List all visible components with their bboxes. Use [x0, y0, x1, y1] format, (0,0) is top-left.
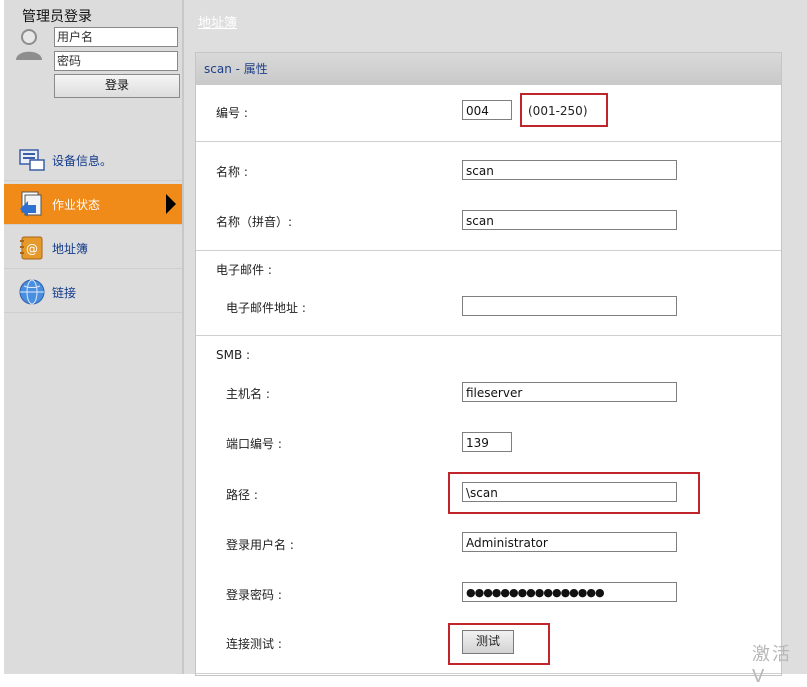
path-highlight	[448, 472, 700, 514]
properties-panel: scan - 属性 编号 : 004 (001-250) 名称 : scan 名…	[195, 52, 782, 676]
activation-watermark: 激活 V	[752, 644, 792, 687]
login-password-input[interactable]: ●●●●●●●●●●●●●●●●	[462, 582, 677, 602]
name-input[interactable]: scan	[462, 160, 677, 180]
nav-item-device-info[interactable]: 设备信息。	[4, 140, 182, 181]
login-password-label: 登录密码 :	[226, 588, 282, 602]
address-book-icon: @	[18, 234, 46, 262]
sidebar: 管理员登录 用户名 密码 登录 设备信息。 作业状态 @ 地址簿 链接	[4, 0, 182, 674]
nav-label-address-book: 地址簿	[52, 242, 89, 256]
nav-item-address-book[interactable]: @ 地址簿	[4, 228, 182, 269]
device-info-icon	[18, 146, 46, 174]
panel-title: scan - 属性	[196, 53, 781, 85]
host-label: 主机名 :	[226, 387, 270, 401]
port-label: 端口编号 :	[226, 437, 282, 451]
nav-label-device-info: 设备信息。	[52, 154, 113, 168]
email-address-label: 电子邮件地址 :	[226, 301, 306, 315]
nav-item-links[interactable]: 链接	[4, 272, 182, 313]
smb-section-label: SMB :	[216, 348, 251, 362]
username-input[interactable]: 用户名	[54, 27, 178, 47]
name-pinyin-input[interactable]: scan	[462, 210, 677, 230]
email-section-label: 电子邮件 :	[216, 263, 272, 277]
port-input[interactable]: 139	[462, 432, 512, 452]
login-user-label: 登录用户名 :	[226, 538, 294, 552]
nav-item-job-status[interactable]: 作业状态	[4, 184, 182, 225]
main-content: 地址簿 scan - 属性 编号 : 004 (001-250) 名称 : sc…	[184, 0, 807, 676]
number-input[interactable]: 004	[462, 100, 512, 120]
host-input[interactable]: fileserver	[462, 382, 677, 402]
divider	[196, 250, 781, 251]
divider	[196, 335, 781, 336]
test-button-highlight	[448, 623, 550, 665]
number-label: 编号 :	[216, 106, 248, 120]
divider	[196, 141, 781, 142]
number-range-highlight	[520, 93, 608, 127]
name-pinyin-label: 名称（拼音）:	[216, 215, 293, 229]
job-status-icon	[18, 190, 46, 218]
login-button[interactable]: 登录	[54, 74, 180, 98]
email-address-input[interactable]	[462, 296, 677, 316]
nav-label-job-status: 作业状态	[52, 198, 101, 212]
user-avatar-icon	[14, 27, 44, 61]
connection-test-label: 连接测试 :	[226, 637, 282, 651]
globe-icon	[18, 278, 46, 306]
nav-label-links: 链接	[52, 286, 77, 300]
name-label: 名称 :	[216, 165, 248, 179]
svg-text:@: @	[26, 242, 38, 256]
active-arrow-icon	[166, 194, 176, 214]
login-user-input[interactable]: Administrator	[462, 532, 677, 552]
breadcrumb-address-book[interactable]: 地址簿	[198, 12, 237, 31]
path-label: 路径 :	[226, 488, 258, 502]
password-input[interactable]: 密码	[54, 51, 178, 71]
admin-login-title: 管理员登录	[22, 9, 92, 25]
